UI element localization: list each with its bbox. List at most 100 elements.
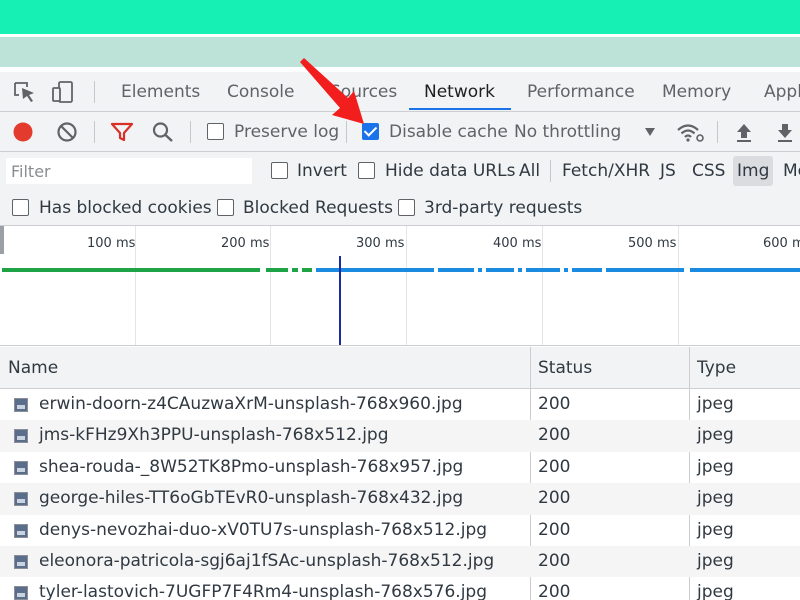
table-row[interactable]: shea-rouda-_8W52TK8Pmo-unsplash-768x957.…: [0, 452, 800, 483]
tab-console[interactable]: Console: [227, 72, 295, 111]
table-header: Name Status Type: [0, 347, 800, 389]
image-file-icon: [14, 492, 28, 507]
tab-elements[interactable]: Elements: [121, 72, 200, 111]
toolbar-separator: [94, 81, 95, 103]
toolbar-separator: [717, 121, 718, 143]
filter-type-css[interactable]: CSS: [692, 152, 725, 190]
overview-tick-label: 600 ms: [763, 236, 800, 251]
overview-download-bar: [486, 268, 514, 272]
search-icon[interactable]: [151, 121, 175, 143]
toolbar-separator: [94, 121, 95, 143]
table-row[interactable]: erwin-doorn-z4CAuzwaXrM-unsplash-768x960…: [0, 389, 800, 420]
row-status: 200: [538, 519, 571, 540]
row-type: jpeg: [697, 582, 734, 600]
overview-waiting-bar: [266, 268, 288, 272]
disable-cache-checkbox[interactable]: [362, 123, 379, 140]
filter-type-media[interactable]: Media: [783, 152, 800, 190]
image-file-icon: [14, 586, 28, 600]
table-row[interactable]: tyler-lastovich-7UGFP7F4Rm4-unsplash-768…: [0, 577, 800, 600]
row-name: george-hiles-TT6oGbTEvR0-unsplash-768x43…: [39, 488, 464, 509]
network-conditions-icon[interactable]: [676, 121, 704, 143]
image-file-icon: [14, 554, 28, 569]
overview-tick-label: 500 ms: [628, 236, 677, 251]
overview-tick-label: 400 ms: [493, 236, 542, 251]
throttling-select[interactable]: No throttling: [514, 112, 621, 151]
image-file-icon: [14, 523, 28, 538]
blocked-requests-checkbox[interactable]: [217, 199, 234, 216]
invert-label: Invert: [297, 161, 347, 181]
overview-download-bar: [518, 268, 522, 272]
filter-type-all[interactable]: All: [519, 152, 540, 190]
hide-data-urls-checkbox[interactable]: [358, 162, 375, 179]
filter-type-js[interactable]: JS: [660, 152, 676, 190]
export-har-icon[interactable]: [774, 121, 796, 143]
overview-download-bar: [572, 268, 602, 272]
overview-download-bar: [690, 268, 800, 272]
tab-performance[interactable]: Performance: [527, 72, 635, 111]
overview-gridline: [678, 226, 679, 345]
filter-type-img[interactable]: Img: [733, 156, 774, 186]
preserve-log-label: Preserve log: [234, 122, 340, 142]
overview-download-bar: [438, 268, 474, 272]
overview-waiting-bar: [302, 268, 312, 272]
overview-gridline: [542, 226, 543, 345]
toolbar-separator: [190, 121, 191, 143]
table-row[interactable]: eleonora-patricola-sgj6aj1fSAc-unsplash-…: [0, 545, 800, 578]
row-type: jpeg: [697, 425, 734, 446]
column-header-type[interactable]: Type: [689, 347, 736, 389]
overview-gridline: [406, 226, 407, 345]
row-type: jpeg: [697, 519, 734, 540]
dom-content-loaded-marker: [339, 256, 341, 345]
row-type: jpeg: [697, 550, 734, 571]
row-name: denys-nevozhai-duo-xV0TU7s-unsplash-768x…: [39, 519, 488, 540]
row-name: jms-kFHz9Xh3PPU-unsplash-768x512.jpg: [39, 425, 389, 446]
device-toolbar-icon[interactable]: [50, 80, 76, 104]
table-row[interactable]: george-hiles-TT6oGbTEvR0-unsplash-768x43…: [0, 483, 800, 515]
overview-download-bar: [606, 268, 684, 272]
overview-download-bar: [316, 268, 434, 272]
row-name: erwin-doorn-z4CAuzwaXrM-unsplash-768x960…: [39, 394, 463, 414]
chevron-down-icon[interactable]: [644, 127, 656, 137]
row-type: jpeg: [697, 488, 734, 509]
tab-application[interactable]: Application: [764, 72, 800, 111]
row-status: 200: [538, 582, 571, 600]
overview-tick-label: 300 ms: [356, 236, 405, 251]
import-har-icon[interactable]: [733, 121, 755, 143]
overview-download-bar: [478, 268, 482, 272]
filter-type-fetch-xhr[interactable]: Fetch/XHR: [562, 152, 650, 190]
preserve-log-checkbox[interactable]: [207, 123, 224, 140]
column-header-name[interactable]: Name: [0, 347, 58, 389]
overview-gridline: [270, 226, 271, 345]
row-status: 200: [538, 550, 571, 571]
third-party-requests-checkbox[interactable]: [398, 199, 415, 216]
inspect-element-icon[interactable]: [12, 80, 38, 104]
row-name: eleonora-patricola-sgj6aj1fSAc-unsplash-…: [39, 550, 495, 571]
overview-download-bar: [564, 268, 568, 272]
blocked-requests-label: Blocked Requests: [243, 198, 393, 218]
row-status: 200: [538, 456, 571, 477]
page-content-strip: [0, 37, 800, 67]
tab-network[interactable]: Network: [424, 72, 495, 111]
invert-checkbox[interactable]: [271, 162, 288, 179]
clear-icon[interactable]: [56, 121, 78, 143]
table-row[interactable]: jms-kFHz9Xh3PPU-unsplash-768x512.jpg 200…: [0, 420, 800, 452]
overview-tick-label: 200 ms: [221, 236, 270, 251]
column-header-status[interactable]: Status: [530, 347, 592, 389]
has-blocked-cookies-checkbox[interactable]: [12, 199, 29, 216]
row-type: jpeg: [697, 394, 734, 414]
filter-input[interactable]: [6, 158, 252, 184]
tab-sources[interactable]: Sources: [330, 72, 397, 111]
overview-left-handle[interactable]: [0, 226, 4, 254]
third-party-requests-label: 3rd-party requests: [424, 198, 583, 218]
network-requests-table: Name Status Type erwin-doorn-z4CAuzwaXrM…: [0, 347, 800, 600]
filter-icon[interactable]: [110, 121, 134, 143]
network-overview-timeline[interactable]: 100 ms 200 ms 300 ms 400 ms 500 ms 600 m…: [0, 226, 800, 346]
table-row[interactable]: denys-nevozhai-duo-xV0TU7s-unsplash-768x…: [0, 515, 800, 546]
toolbar-separator: [346, 121, 347, 143]
request-filter-checkboxes: Has blocked cookies Blocked Requests 3rd…: [0, 190, 800, 226]
tab-memory[interactable]: Memory: [662, 72, 731, 111]
row-type: jpeg: [697, 456, 734, 477]
row-name: shea-rouda-_8W52TK8Pmo-unsplash-768x957.…: [39, 456, 464, 477]
record-icon[interactable]: [12, 121, 34, 143]
disable-cache-label: Disable cache: [389, 122, 508, 142]
